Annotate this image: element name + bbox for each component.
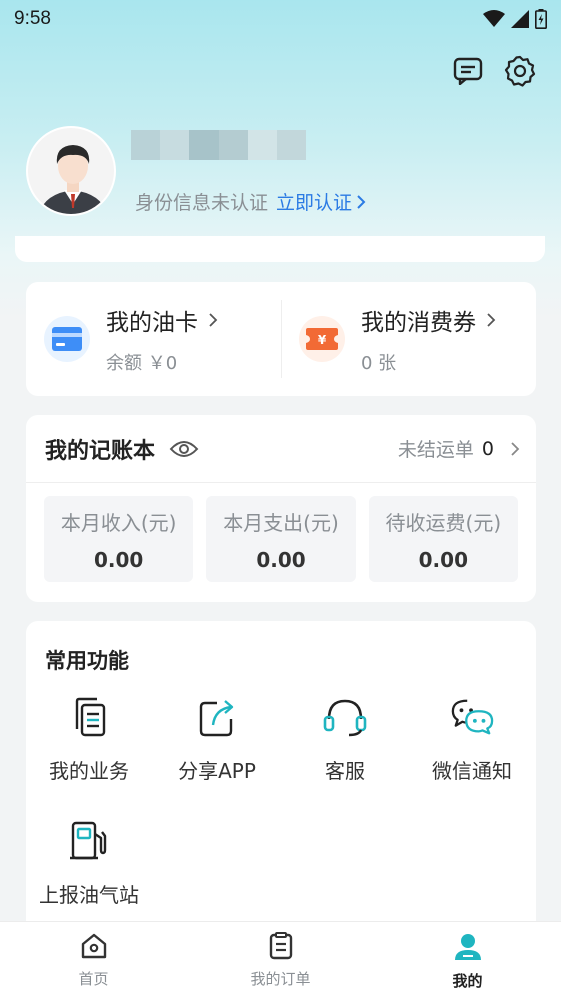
unsettled-orders-link[interactable]: 未结运单 0: [398, 435, 520, 462]
function-label: 我的业务: [49, 759, 129, 783]
stat-label: 本月支出(元): [223, 510, 339, 535]
profile-card-bottom: [15, 236, 545, 262]
ledger-title: 我的记账本: [45, 438, 156, 464]
tab-orders[interactable]: 我的订单: [187, 922, 374, 999]
function-share-app[interactable]: 分享APP: [153, 695, 281, 784]
headset-icon: [323, 695, 367, 739]
coupon-title: 我的消费券: [361, 310, 476, 336]
oil-card-entry[interactable]: 我的油卡 余额 ￥0: [26, 282, 281, 396]
bottom-tab-bar: 首页 我的订单 我的: [0, 921, 561, 999]
tab-home[interactable]: 首页: [0, 922, 187, 999]
verify-link-label: 立即认证: [276, 192, 353, 214]
verify-row: 身份信息未认证 立即认证: [135, 188, 366, 215]
user-icon: [454, 934, 481, 960]
function-label: 微信通知: [432, 759, 512, 783]
message-icon[interactable]: [451, 54, 485, 88]
function-label: 分享APP: [178, 759, 256, 783]
gas-station-icon: [67, 819, 111, 863]
oil-card-balance: 余额 ￥0: [106, 353, 178, 374]
chevron-right-icon: [357, 194, 366, 209]
ledger-stats: 本月收入(元) 0.00 本月支出(元) 0.00 待收运费(元) 0.00: [26, 483, 536, 582]
stat-value: 0.00: [418, 547, 468, 572]
tab-mine[interactable]: 我的: [374, 922, 561, 999]
tab-label: 我的: [452, 972, 483, 990]
share-icon: [195, 695, 239, 739]
battery-icon: [535, 9, 547, 29]
oil-card-title: 我的油卡: [106, 310, 198, 336]
stat-monthly-income: 本月收入(元) 0.00: [44, 496, 194, 582]
function-report-gas-station[interactable]: 上报油气站: [25, 819, 153, 908]
function-wechat-notify[interactable]: 微信通知: [408, 695, 536, 784]
unsettled-label: 未结运单: [397, 439, 474, 461]
stat-value: 0.00: [256, 547, 306, 572]
eye-icon[interactable]: [169, 439, 199, 459]
stat-monthly-expense: 本月支出(元) 0.00: [206, 496, 356, 582]
documents-icon: [67, 695, 111, 739]
functions-title: 常用功能: [45, 649, 129, 673]
stat-freight-receivable: 待收运费(元) 0.00: [368, 496, 518, 582]
svg-text:¥: ¥: [318, 333, 327, 347]
function-label: 上报油气站: [39, 883, 139, 907]
wechat-icon: [450, 695, 494, 739]
header-actions: [451, 54, 537, 88]
home-icon: [81, 933, 106, 959]
signal-icon: [511, 10, 529, 28]
status-time: 9:58: [14, 8, 51, 29]
gear-icon[interactable]: [503, 54, 537, 88]
coupon-icon: ¥: [299, 316, 345, 362]
function-customer-service[interactable]: 客服: [281, 695, 409, 784]
tab-label: 我的订单: [250, 970, 311, 988]
oil-card-title-row: 我的油卡: [106, 303, 218, 337]
ledger-title-row: 我的记账本: [45, 433, 199, 465]
wifi-icon: [483, 10, 505, 27]
function-label: 客服: [325, 759, 365, 783]
ledger-card: 我的记账本 未结运单 0 本月收入(元) 0.00 本月支出(元) 0.00 待…: [26, 415, 536, 602]
avatar[interactable]: [26, 126, 116, 216]
user-name-masked: [131, 130, 307, 160]
coupon-entry[interactable]: ¥ 我的消费券 0 张: [281, 282, 536, 396]
chevron-right-icon: [511, 441, 520, 456]
function-my-business[interactable]: 我的业务: [25, 695, 153, 784]
stat-label: 本月收入(元): [60, 510, 177, 535]
card-icon: [44, 316, 90, 362]
stat-label: 待收运费(元): [385, 510, 502, 535]
tab-label: 首页: [78, 970, 109, 988]
status-icons: [483, 9, 547, 29]
chevron-right-icon: [487, 313, 496, 327]
wallet-card: 我的油卡 余额 ￥0 ¥ 我的消费券 0 张: [26, 282, 536, 396]
verify-status-text: 身份信息未认证: [135, 192, 269, 214]
common-functions-card: 常用功能 我的业务 分享APP 客服 微信通知 上报油气站: [26, 621, 536, 921]
unsettled-count: 0: [481, 437, 494, 460]
status-bar: 9:58: [0, 0, 561, 38]
coupon-title-row: 我的消费券: [361, 303, 496, 337]
orders-icon: [269, 932, 292, 960]
chevron-right-icon: [209, 313, 218, 327]
ledger-header: 我的记账本 未结运单 0: [26, 415, 536, 483]
verify-now-link[interactable]: 立即认证: [276, 188, 366, 215]
stat-value: 0.00: [93, 547, 144, 572]
coupon-count: 0 张: [361, 353, 397, 374]
